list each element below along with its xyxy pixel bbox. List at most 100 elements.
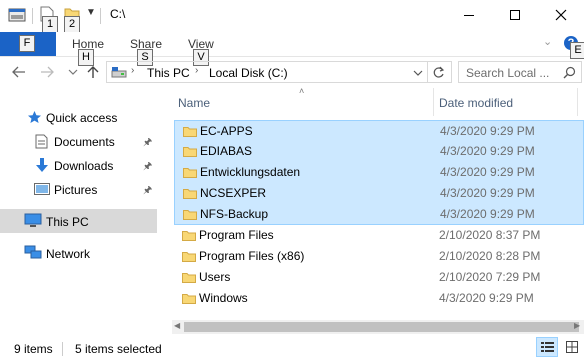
breadcrumb-separator-icon[interactable]: › xyxy=(131,65,134,76)
back-button[interactable] xyxy=(10,64,28,80)
nav-item-documents[interactable]: Documents 🖈 xyxy=(0,129,157,153)
keytip-2: 2 xyxy=(64,16,80,33)
table-row[interactable]: NCSEXPER 4/3/2020 9:29 PM xyxy=(174,183,584,204)
search-icon[interactable] xyxy=(563,66,576,79)
selected-count: 5 items selected xyxy=(75,342,162,356)
nav-label-downloads: Downloads xyxy=(54,159,114,173)
breadcrumb-separator-icon[interactable]: › xyxy=(195,65,198,76)
maximize-icon xyxy=(510,10,520,20)
nav-item-quick-access[interactable]: Quick access xyxy=(0,105,157,129)
table-row[interactable]: NFS-Backup 4/3/2020 9:29 PM xyxy=(174,204,584,225)
pin-icon[interactable]: 🖈 xyxy=(143,183,152,200)
table-row[interactable]: Windows 4/3/2020 9:29 PM xyxy=(174,288,584,309)
window-title: C:\ xyxy=(110,7,126,21)
column-header-date[interactable]: Date modified xyxy=(439,96,513,110)
divider xyxy=(427,62,428,82)
network-icon xyxy=(24,245,42,259)
ribbon: F Home H Share S View V ⌄ ? E xyxy=(0,32,584,66)
column-divider[interactable] xyxy=(577,88,578,116)
address-row: › This PC › Local Disk (C:) Search Local… xyxy=(0,57,584,87)
scroll-left-icon[interactable]: ◀ xyxy=(174,321,180,330)
address-history-icon[interactable] xyxy=(413,69,423,77)
file-date-modified: 4/3/2020 9:29 PM xyxy=(440,165,535,179)
folder-icon xyxy=(183,147,197,157)
back-arrow-icon xyxy=(12,66,25,78)
table-row[interactable]: Program Files (x86) 2/10/2020 8:28 PM xyxy=(174,246,584,267)
details-view-icon xyxy=(541,342,554,352)
nav-item-downloads[interactable]: Downloads 🖈 xyxy=(0,153,157,177)
forward-arrow-icon xyxy=(41,66,54,78)
computer-icon xyxy=(24,213,42,227)
qat-dropdown-icon[interactable]: ▼ xyxy=(86,7,96,18)
file-name[interactable]: NFS-Backup xyxy=(200,207,268,221)
item-count: 9 items xyxy=(14,342,53,356)
search-box[interactable]: Search Local ... xyxy=(458,61,582,83)
file-name[interactable]: Program Files (x86) xyxy=(199,249,304,263)
folder-icon xyxy=(183,189,197,199)
title-bar: 1 2 ▼ C:\ xyxy=(0,0,584,33)
nav-item-this-pc[interactable]: This PC xyxy=(0,209,157,233)
folder-icon xyxy=(183,168,197,178)
nav-item-pictures[interactable]: Pictures 🖈 xyxy=(0,177,157,201)
details-view-button[interactable] xyxy=(536,337,558,357)
keytip-1: 1 xyxy=(42,16,58,33)
download-icon xyxy=(36,158,48,172)
pin-icon[interactable]: 🖈 xyxy=(143,135,152,152)
horizontal-scrollbar[interactable]: ◀ ▶ xyxy=(172,320,584,334)
column-divider[interactable] xyxy=(433,88,434,116)
file-date-modified: 2/10/2020 8:37 PM xyxy=(439,228,541,242)
breadcrumb-this-pc[interactable]: This PC xyxy=(147,66,190,80)
table-row[interactable]: EDIABAS 4/3/2020 9:29 PM xyxy=(174,141,584,162)
forward-button[interactable] xyxy=(38,64,56,80)
pin-icon[interactable]: 🖈 xyxy=(143,159,152,176)
drive-icon xyxy=(111,67,127,78)
search-input[interactable]: Search Local ... xyxy=(466,66,549,80)
file-name[interactable]: Program Files xyxy=(199,228,274,242)
file-name[interactable]: Users xyxy=(199,270,230,284)
address-bar[interactable]: › This PC › Local Disk (C:) xyxy=(106,61,452,83)
column-header-name[interactable]: Name xyxy=(178,96,210,110)
maximize-button[interactable] xyxy=(492,0,538,30)
table-row[interactable]: Users 2/10/2020 7:29 PM xyxy=(174,267,584,288)
file-list: ˄ Name Date modified EC-APPS 4/3/2020 9:2… xyxy=(172,86,584,326)
file-date-modified: 4/3/2020 9:29 PM xyxy=(440,207,535,221)
up-arrow-icon xyxy=(87,66,99,78)
documents-icon xyxy=(35,134,48,149)
explorer-icon[interactable] xyxy=(8,8,26,22)
nav-label-network: Network xyxy=(46,247,91,261)
file-date-modified: 2/10/2020 7:29 PM xyxy=(439,270,541,284)
folder-icon xyxy=(182,252,196,262)
file-date-modified: 4/3/2020 9:29 PM xyxy=(440,124,535,138)
minimize-icon xyxy=(464,15,474,16)
table-row[interactable]: Program Files 2/10/2020 8:37 PM xyxy=(174,225,584,246)
table-row[interactable]: Entwicklungsdaten 4/3/2020 9:29 PM xyxy=(174,162,584,183)
pictures-icon xyxy=(34,183,50,195)
close-button[interactable] xyxy=(538,0,584,30)
file-name[interactable]: EDIABAS xyxy=(200,144,252,158)
folder-icon xyxy=(182,231,196,241)
recent-locations-button[interactable] xyxy=(64,64,82,80)
divider xyxy=(32,8,33,24)
breadcrumb-local-disk[interactable]: Local Disk (C:) xyxy=(209,66,288,80)
folder-icon xyxy=(182,294,196,304)
file-name[interactable]: Windows xyxy=(199,291,248,305)
scroll-right-icon[interactable]: ▶ xyxy=(574,321,580,330)
divider xyxy=(62,342,63,356)
ribbon-expand-icon[interactable]: ⌄ xyxy=(543,35,552,48)
large-icons-view-button[interactable] xyxy=(562,337,582,357)
up-button[interactable] xyxy=(84,64,102,80)
file-tab[interactable]: F xyxy=(0,32,56,56)
nav-item-network[interactable]: Network xyxy=(0,241,157,265)
divider xyxy=(100,8,101,24)
file-date-modified: 2/10/2020 8:28 PM xyxy=(439,249,541,263)
navigation-pane: Quick access Documents 🖈 Downloads 🖈 Pic… xyxy=(0,88,160,333)
sort-ascending-icon: ˄ xyxy=(299,86,305,96)
file-name[interactable]: EC-APPS xyxy=(200,124,253,138)
table-row[interactable]: EC-APPS 4/3/2020 9:29 PM xyxy=(174,120,584,141)
refresh-icon[interactable] xyxy=(432,66,445,79)
nav-label-this-pc: This PC xyxy=(46,215,89,229)
scrollbar-thumb[interactable] xyxy=(184,322,579,332)
file-name[interactable]: NCSEXPER xyxy=(200,186,266,200)
minimize-button[interactable] xyxy=(446,0,492,30)
file-name[interactable]: Entwicklungsdaten xyxy=(200,165,300,179)
